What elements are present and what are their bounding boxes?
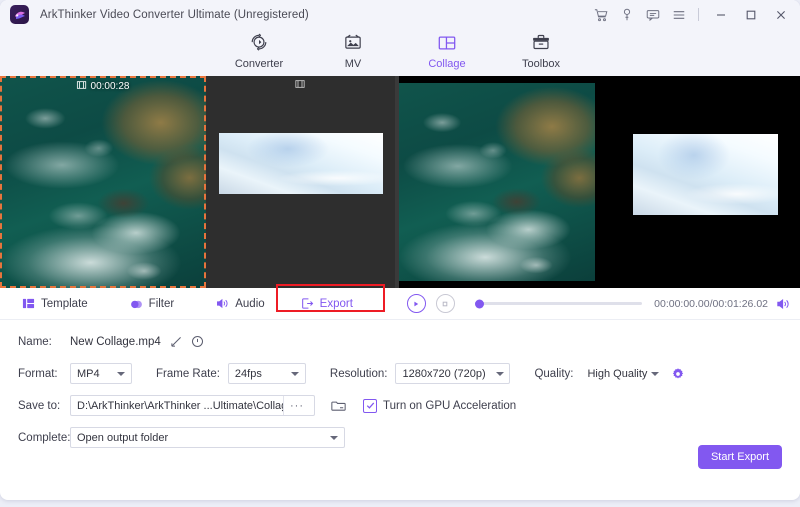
- nav-tab-converter[interactable]: Converter: [212, 29, 306, 70]
- framerate-label: Frame Rate:: [156, 367, 220, 380]
- edit-tab-export[interactable]: Export: [295, 293, 359, 315]
- pane-2-video-frame: [218, 133, 383, 194]
- browse-button[interactable]: ···: [283, 396, 310, 415]
- pane-3-letterbox-top: [399, 76, 596, 83]
- nav-label-converter: Converter: [234, 58, 284, 70]
- film-icon: [76, 80, 87, 93]
- chevron-down-icon: [495, 371, 504, 376]
- name-value: New Collage.mp4: [70, 335, 161, 348]
- edit-tab-template[interactable]: Template: [16, 293, 94, 315]
- play-button[interactable]: [406, 294, 426, 313]
- row-name: Name: New Collage.mp4: [18, 331, 800, 352]
- template-icon: [22, 297, 35, 310]
- export-settings-form: Name: New Collage.mp4 Format: MP4 Frame …: [0, 320, 800, 448]
- pane-1-timestamp: 00:00:28: [90, 81, 130, 92]
- format-value: MP4: [77, 367, 100, 380]
- collage-preview: 00:00:28: [0, 76, 800, 288]
- nav-tab-toolbox[interactable]: Toolbox: [494, 29, 588, 70]
- converter-icon: [248, 31, 270, 55]
- main-nav: Converter MV Collage Toolbox: [0, 29, 800, 76]
- preview-pane-4[interactable]: [595, 76, 800, 288]
- pane-1-badge: 00:00:28: [76, 80, 130, 93]
- edit-toolbar: Template Filter Audio Export 00:00:00.00…: [0, 283, 800, 320]
- start-export-button[interactable]: Start Export: [698, 445, 782, 469]
- audio-icon: [216, 297, 229, 310]
- info-icon[interactable]: [191, 335, 204, 348]
- app-window: ArkThinker Video Converter Ultimate (Unr…: [0, 0, 800, 507]
- edit-tab-export-wrapper: Export: [275, 283, 385, 315]
- edit-tab-label-filter: Filter: [148, 297, 175, 310]
- toolbox-icon: [530, 31, 552, 55]
- saveto-label: Save to:: [18, 399, 61, 412]
- gear-icon[interactable]: [671, 367, 685, 381]
- gpu-acceleration-checkbox[interactable]: Turn on GPU Acceleration: [363, 398, 517, 413]
- gpu-acceleration-label: Turn on GPU Acceleration: [383, 399, 517, 412]
- pencil-icon[interactable]: [170, 335, 183, 348]
- edit-tab-label-audio: Audio: [235, 297, 265, 310]
- chevron-down-icon: [651, 371, 660, 376]
- mv-icon: [342, 31, 364, 55]
- export-icon: [301, 297, 314, 310]
- arkthinker-logo-icon: [10, 5, 29, 24]
- row-format: Format: MP4 Frame Rate: 24fps Resolution…: [18, 363, 800, 384]
- pane-3-letterbox-bottom: [399, 281, 596, 288]
- framerate-value: 24fps: [234, 367, 262, 380]
- nav-label-mv: MV: [344, 58, 362, 70]
- playback-time: 00:00:00.00/00:01:26.02: [654, 297, 768, 310]
- close-button[interactable]: [766, 0, 796, 29]
- key-icon[interactable]: [614, 0, 640, 29]
- volume-icon[interactable]: [776, 297, 790, 311]
- preview-player-controls: 00:00:00.00/00:01:26.02: [406, 294, 800, 313]
- preview-pane-3[interactable]: [399, 76, 596, 288]
- seek-handle[interactable]: [474, 299, 484, 308]
- chevron-down-icon: [290, 371, 299, 376]
- name-label: Name:: [18, 335, 52, 348]
- filter-icon: [130, 297, 143, 310]
- title-bar: ArkThinker Video Converter Ultimate (Unr…: [0, 0, 800, 29]
- collage-icon: [436, 31, 458, 55]
- pane-1-video-frame: [0, 76, 206, 288]
- resolution-value: 1280x720 (720p): [402, 367, 486, 380]
- seek-bar[interactable]: [474, 299, 643, 308]
- maximize-button[interactable]: [736, 0, 766, 29]
- edit-tab-label-export: Export: [319, 297, 353, 310]
- feedback-icon[interactable]: [640, 0, 666, 29]
- stop-button[interactable]: [435, 294, 455, 313]
- titlebar-divider: [698, 8, 699, 21]
- framerate-select[interactable]: 24fps: [227, 363, 306, 384]
- resolution-label: Resolution:: [329, 367, 388, 380]
- film-icon: [295, 79, 306, 92]
- titlebar-actions: [588, 0, 800, 29]
- row-saveto: Save to: D:\ArkThinker\ArkThinker ...Ult…: [18, 395, 800, 416]
- edit-tab-label-template: Template: [41, 297, 88, 310]
- quality-select[interactable]: High Quality: [581, 363, 660, 384]
- footer-bar: Start Export: [0, 436, 800, 500]
- folder-icon[interactable]: [331, 398, 346, 413]
- preview-pane-1[interactable]: 00:00:28: [0, 76, 206, 288]
- nav-label-collage: Collage: [428, 58, 466, 70]
- quality-label: Quality:: [534, 367, 574, 380]
- main-window: ArkThinker Video Converter Ultimate (Unr…: [0, 0, 800, 500]
- nav-label-toolbox: Toolbox: [522, 58, 560, 70]
- format-label: Format:: [18, 367, 58, 380]
- pane-4-video-frame: [633, 134, 779, 215]
- cart-icon[interactable]: [588, 0, 614, 29]
- edit-tab-filter[interactable]: Filter: [124, 293, 181, 315]
- checkbox-checked-icon: [363, 398, 377, 413]
- chevron-down-icon: [117, 371, 125, 376]
- format-select[interactable]: MP4: [70, 363, 132, 384]
- nav-tab-collage[interactable]: Collage: [400, 29, 494, 70]
- edit-tab-audio[interactable]: Audio: [210, 293, 270, 315]
- minimize-button[interactable]: [706, 0, 736, 29]
- nav-tab-mv[interactable]: MV: [306, 29, 400, 70]
- saveto-value: D:\ArkThinker\ArkThinker ...Ultimate\Col…: [77, 399, 283, 412]
- window-title: ArkThinker Video Converter Ultimate (Unr…: [40, 8, 309, 21]
- pane-2-badge: [295, 79, 306, 92]
- pane-3-video-frame: [399, 83, 596, 281]
- menu-icon[interactable]: [666, 0, 692, 29]
- preview-pane-2[interactable]: [205, 76, 396, 288]
- saveto-input[interactable]: D:\ArkThinker\ArkThinker ...Ultimate\Col…: [70, 395, 315, 416]
- resolution-select[interactable]: 1280x720 (720p): [395, 363, 511, 384]
- quality-value: High Quality: [587, 367, 648, 380]
